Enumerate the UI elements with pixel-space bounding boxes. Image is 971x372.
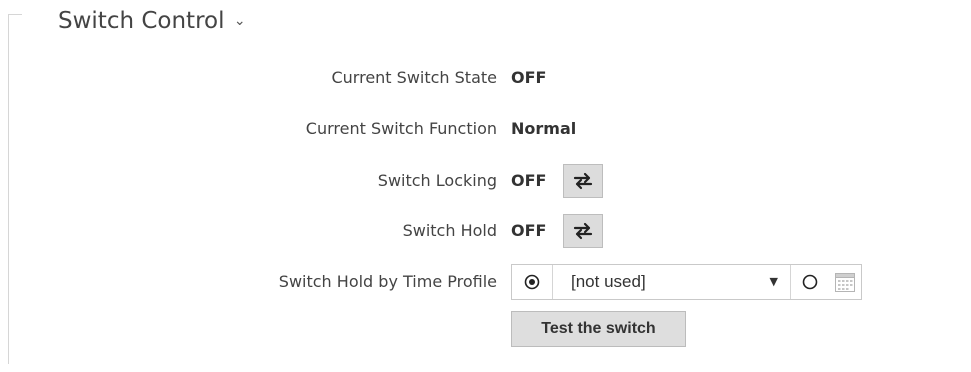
row-test-switch: Test the switch [0,311,971,347]
current-switch-function-label: Current Switch Function [305,119,497,138]
row-current-switch-function: Current Switch Function Normal [0,112,971,146]
current-switch-state-label: Current Switch State [331,68,497,87]
current-switch-state-value: OFF [511,68,547,87]
chevron-down-icon: ⌄ [233,13,246,29]
time-profile-radio[interactable] [512,265,553,299]
switch-hold-label: Switch Hold [402,221,497,240]
switch-hold-value: OFF [511,221,547,240]
calendar-icon [835,273,855,292]
switch-hold-toggle-button[interactable] [563,214,603,248]
section-header-switch-control[interactable]: Switch Control ⌄ [58,8,246,34]
swap-arrows-icon [573,222,593,240]
time-profile-select-value: [not used] [571,272,646,291]
current-switch-function-value: Normal [511,119,577,138]
section-frame-tick [8,14,22,15]
radio-unselected-icon [802,274,818,290]
calendar-button[interactable] [829,265,861,299]
switch-locking-toggle-button[interactable] [563,164,603,198]
row-current-switch-state: Current Switch State OFF [0,61,971,95]
row-switch-locking: Switch Locking OFF [0,164,971,198]
test-the-switch-button[interactable]: Test the switch [511,311,686,347]
switch-hold-by-time-profile-label: Switch Hold by Time Profile [278,272,497,291]
switch-locking-label: Switch Locking [377,171,497,190]
radio-selected-icon [524,274,540,290]
section-title: Switch Control [58,8,225,34]
time-profile-control: [not used] ▼ [511,264,862,300]
switch-locking-value: OFF [511,171,547,190]
time-profile-select[interactable]: [not used] ▼ [553,265,791,299]
row-switch-hold: Switch Hold OFF [0,214,971,248]
custom-schedule-radio[interactable] [791,265,829,299]
caret-down-icon: ▼ [769,275,778,288]
swap-arrows-icon [573,172,593,190]
row-switch-hold-by-time-profile: Switch Hold by Time Profile [not used] ▼ [0,264,971,300]
